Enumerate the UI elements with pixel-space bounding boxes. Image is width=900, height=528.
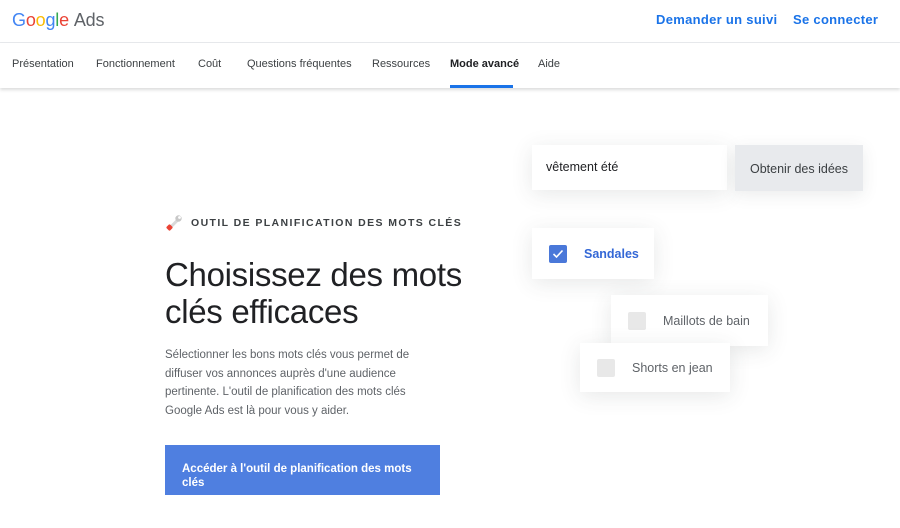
google-ads-logo[interactable]: Google Ads [12,10,104,31]
nav-item-faq[interactable]: Questions fréquentes [247,58,352,70]
logo-ads-text: Ads [73,10,105,30]
request-follow-up-link[interactable]: Demander un suivi [656,12,777,27]
open-keyword-planner-button[interactable]: Accéder à l'outil de planification des m… [165,445,440,495]
checkmark-icon [552,249,564,258]
hero-description: Sélectionner les bons mots clés vous per… [165,349,410,417]
sign-in-link[interactable]: Se connecter [793,12,878,27]
nav-item-fonctionnement[interactable]: Fonctionnement [96,58,175,70]
top-bar: Google Ads Demander un suivi Se connecter [0,0,900,43]
main-nav: Présentation Fonctionnement Coût Questio… [0,43,900,88]
wrench-icon [166,215,182,231]
eyebrow-label: OUTIL DE PLANIFICATION DES MOTS CLÉS [191,217,463,229]
logo-google-wordmark: Google [12,10,69,30]
nav-item-cout[interactable]: Coût [198,58,221,70]
get-ideas-button: Obtenir des idées [735,145,863,191]
nav-item-aide[interactable]: Aide [538,58,560,70]
keyword-label: Sandales [584,246,639,261]
keyword-label: Maillots de bain [663,313,750,328]
unchecked-checkbox [628,311,646,330]
nav-item-mode-avance[interactable]: Mode avancé [450,58,519,70]
keyword-card-maillots: Maillots de bain [611,295,768,346]
nav-item-presentation[interactable]: Présentation [12,58,74,70]
keyword-search-field: vêtement été [532,145,727,190]
keyword-card-sandales: Sandales [532,228,654,279]
unchecked-checkbox [597,358,615,377]
page-title: Choisissez des mots clés efficaces [165,256,462,330]
checked-checkbox [549,244,567,263]
keyword-label: Shorts en jean [632,360,713,375]
nav-item-ressources[interactable]: Ressources [372,58,430,70]
eyebrow: OUTIL DE PLANIFICATION DES MOTS CLÉS [165,214,462,232]
keyword-card-shorts: Shorts en jean [580,343,730,392]
active-tab-indicator [450,85,513,88]
